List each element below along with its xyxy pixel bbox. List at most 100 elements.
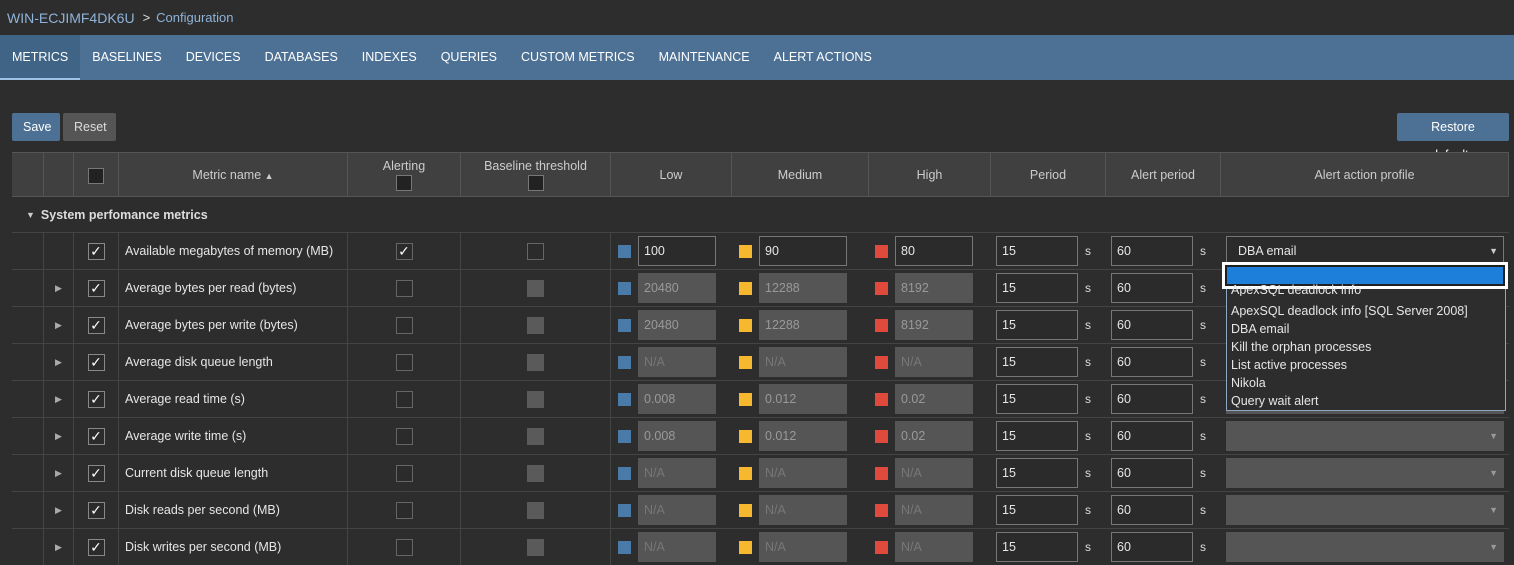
low-threshold-input[interactable]: N/A <box>638 495 716 525</box>
alert-period-input[interactable]: 60 <box>1111 347 1193 377</box>
alert-period-input[interactable]: 60 <box>1111 310 1193 340</box>
low-threshold-input[interactable]: 0.008 <box>638 421 716 451</box>
tab-devices[interactable]: DEVICES <box>174 35 253 80</box>
baseline-checkbox[interactable] <box>527 353 544 371</box>
expand-row-icon[interactable]: ▶ <box>44 492 74 528</box>
alert-period-input[interactable]: 60 <box>1111 384 1193 414</box>
baseline-checkbox[interactable] <box>527 279 544 297</box>
high-threshold-input[interactable]: N/A <box>895 532 973 562</box>
period-input[interactable]: 15 <box>996 236 1078 266</box>
medium-threshold-input[interactable]: 90 <box>759 236 847 266</box>
period-input[interactable]: 15 <box>996 495 1078 525</box>
dropdown-option[interactable]: Nikola <box>1231 374 1266 392</box>
medium-threshold-input[interactable]: 0.012 <box>759 384 847 414</box>
alerting-checkbox[interactable] <box>395 316 413 334</box>
dropdown-option[interactable]: Query wait alert <box>1231 392 1319 410</box>
expand-row-icon[interactable]: ▶ <box>44 270 74 306</box>
period-input[interactable]: 15 <box>996 458 1078 488</box>
row-select-checkbox[interactable]: ✓ <box>87 538 105 556</box>
save-button[interactable]: Save <box>12 113 60 141</box>
dropdown-option[interactable]: List active processes <box>1231 356 1347 374</box>
reset-button[interactable]: Reset <box>63 113 116 141</box>
select-all-checkbox[interactable] <box>88 168 104 184</box>
tab-maintenance[interactable]: MAINTENANCE <box>647 35 762 80</box>
collapse-triangle-icon[interactable]: ▼ <box>26 210 35 220</box>
baseline-all-checkbox[interactable] <box>527 175 544 191</box>
alerting-checkbox[interactable] <box>395 427 413 445</box>
period-input[interactable]: 15 <box>996 421 1078 451</box>
high-threshold-input[interactable]: 80 <box>895 236 973 266</box>
alerting-checkbox[interactable] <box>395 501 413 519</box>
period-input[interactable]: 15 <box>996 273 1078 303</box>
tab-custom-metrics[interactable]: CUSTOM METRICS <box>509 35 647 80</box>
alerting-checkbox[interactable]: ✓ <box>395 242 413 260</box>
alert-period-input[interactable]: 60 <box>1111 495 1193 525</box>
period-input[interactable]: 15 <box>996 310 1078 340</box>
dropdown-option[interactable]: ApexSQL deadlock info <box>1231 284 1361 296</box>
baseline-checkbox[interactable] <box>527 464 544 482</box>
high-threshold-input[interactable]: 0.02 <box>895 421 973 451</box>
row-select-checkbox[interactable]: ✓ <box>87 279 105 297</box>
expand-row-icon[interactable]: ▶ <box>44 344 74 380</box>
alerting-checkbox[interactable] <box>395 538 413 556</box>
dropdown-option[interactable]: ApexSQL deadlock info [SQL Server 2008] <box>1231 302 1468 320</box>
high-threshold-input[interactable]: 0.02 <box>895 384 973 414</box>
alert-period-input[interactable]: 60 <box>1111 458 1193 488</box>
tab-indexes[interactable]: INDEXES <box>350 35 429 80</box>
high-threshold-input[interactable]: N/A <box>895 458 973 488</box>
tab-metrics[interactable]: METRICS <box>0 35 81 80</box>
low-threshold-input[interactable]: 20480 <box>638 310 716 340</box>
baseline-checkbox[interactable] <box>527 316 544 334</box>
alert-period-input[interactable]: 60 <box>1111 236 1193 266</box>
baseline-checkbox[interactable] <box>527 242 544 260</box>
row-select-checkbox[interactable]: ✓ <box>87 390 105 408</box>
expand-row-icon[interactable]: ▶ <box>44 307 74 343</box>
high-threshold-input[interactable]: 8192 <box>895 273 973 303</box>
medium-threshold-input[interactable]: 12288 <box>759 273 847 303</box>
breadcrumb-host[interactable]: WIN-ECJIMF4DK6U <box>7 10 135 26</box>
baseline-checkbox[interactable] <box>527 390 544 408</box>
low-threshold-input[interactable]: N/A <box>638 347 716 377</box>
header-metric-name[interactable]: Metric name ▲ <box>119 153 348 197</box>
restore-defaults-button[interactable]: Restore defaults <box>1397 113 1509 162</box>
row-select-checkbox[interactable]: ✓ <box>87 501 105 519</box>
expand-row-icon[interactable]: ▶ <box>44 418 74 454</box>
tab-alert-actions[interactable]: ALERT ACTIONS <box>762 35 884 80</box>
expand-row-icon[interactable]: ▶ <box>44 381 74 417</box>
medium-threshold-input[interactable]: N/A <box>759 347 847 377</box>
row-select-checkbox[interactable]: ✓ <box>87 427 105 445</box>
alert-action-profile-select[interactable]: ▼ <box>1226 421 1504 451</box>
tab-baselines[interactable]: BASELINES <box>80 35 173 80</box>
alerting-checkbox[interactable] <box>395 279 413 297</box>
low-threshold-input[interactable]: 0.008 <box>638 384 716 414</box>
row-select-checkbox[interactable]: ✓ <box>87 242 105 260</box>
row-select-checkbox[interactable]: ✓ <box>87 464 105 482</box>
group-header[interactable]: ▼ System perfomance metrics <box>12 197 1509 233</box>
period-input[interactable]: 15 <box>996 384 1078 414</box>
low-threshold-input[interactable]: N/A <box>638 458 716 488</box>
high-threshold-input[interactable]: N/A <box>895 347 973 377</box>
alert-period-input[interactable]: 60 <box>1111 532 1193 562</box>
period-input[interactable]: 15 <box>996 347 1078 377</box>
row-select-checkbox[interactable]: ✓ <box>87 353 105 371</box>
baseline-checkbox[interactable] <box>527 427 544 445</box>
alerting-checkbox[interactable] <box>395 464 413 482</box>
baseline-checkbox[interactable] <box>527 538 544 556</box>
alert-action-profile-select[interactable]: ▼ <box>1226 458 1504 488</box>
alerting-checkbox[interactable] <box>395 353 413 371</box>
baseline-checkbox[interactable] <box>527 501 544 519</box>
low-threshold-input[interactable]: 20480 <box>638 273 716 303</box>
alert-action-profile-select[interactable]: ▼ <box>1226 495 1504 525</box>
alert-period-input[interactable]: 60 <box>1111 421 1193 451</box>
medium-threshold-input[interactable]: N/A <box>759 532 847 562</box>
medium-threshold-input[interactable]: 0.012 <box>759 421 847 451</box>
alerting-checkbox[interactable] <box>395 390 413 408</box>
medium-threshold-input[interactable]: N/A <box>759 458 847 488</box>
medium-threshold-input[interactable]: 12288 <box>759 310 847 340</box>
period-input[interactable]: 15 <box>996 532 1078 562</box>
medium-threshold-input[interactable]: N/A <box>759 495 847 525</box>
alert-period-input[interactable]: 60 <box>1111 273 1193 303</box>
tab-queries[interactable]: QUERIES <box>429 35 509 80</box>
dropdown-option[interactable]: DBA email <box>1231 320 1289 338</box>
expand-row-icon[interactable]: ▶ <box>44 529 74 565</box>
